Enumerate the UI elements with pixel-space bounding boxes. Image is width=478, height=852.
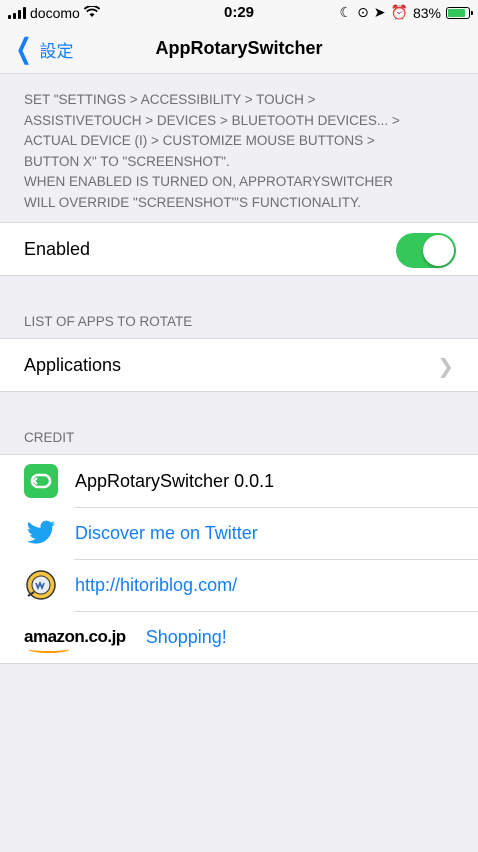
apps-group: Applications ❯ [0,338,478,392]
note-line: SET "SETTINGS > ACCESSIBILITY > TOUCH > [24,92,316,107]
status-right: ☾ ⊙ ➤ ⏰ 83% [339,4,473,21]
credit-group: AppRotarySwitcher 0.0.1 Discover me on T… [0,454,478,664]
battery-icon [446,6,473,19]
applications-label: Applications [24,354,122,375]
note-line: ACTUAL DEVICE (I) > CUSTOMIZE MOUSE BUTT… [24,133,375,148]
status-bar: docomo 0:29 ☾ ⊙ ➤ ⏰ 83% [0,0,478,26]
instructions-note: SET "SETTINGS > ACCESSIBILITY > TOUCH > … [24,90,464,213]
shopping-link: Shopping! [145,626,227,647]
enabled-toggle[interactable] [396,233,456,268]
note-line: WILL OVERRIDE "SCREENSHOT"'S FUNCTIONALI… [24,194,361,210]
amazon-row[interactable]: amazon.co.jp Shopping! [0,611,478,663]
page-title: AppRotarySwitcher [155,38,323,58]
note-line: WHEN ENABLED IS TURNED ON, APPROTARYSWIT… [24,174,394,189]
blog-row[interactable]: http://hitoriblog.com/ [0,559,478,611]
amazon-logo: amazon.co.jp [24,627,126,653]
amazon-logo-text: amazon.co.jp [24,627,126,646]
twitter-link: Discover me on Twitter [75,522,258,543]
applications-row[interactable]: Applications ❯ [0,339,478,391]
note-line: ASSISTIVETOUCH > DEVICES > BLUETOOTH DEV… [24,112,400,128]
app-icon [24,464,58,498]
blog-mascot-icon [24,568,58,602]
alarm-icon: ⏰ [390,4,408,20]
battery-percent: 83% [412,4,441,21]
enabled-label: Enabled [24,238,91,259]
credit-section-header: CREDIT [24,430,75,445]
rotation-lock-icon: ⊙ [357,4,369,20]
enabled-group: Enabled [0,222,478,276]
version-row: AppRotarySwitcher 0.0.1 [0,455,478,507]
chevron-right-icon: ❯ [437,356,454,378]
navigation-bar: ❮ 設定 AppRotarySwitcher [0,26,478,74]
moon-icon: ☾ [339,4,353,20]
amazon-smile-icon [28,645,70,653]
enabled-row: Enabled [0,223,478,275]
twitter-bird-icon [24,516,58,550]
blog-link: http://hitoriblog.com/ [75,574,238,595]
version-label: AppRotarySwitcher 0.0.1 [75,470,275,491]
twitter-row[interactable]: Discover me on Twitter [0,507,478,559]
apps-section-header: LIST OF APPS TO ROTATE [24,314,193,329]
note-line: BUTTON X" TO "SCREENSHOT". [24,153,230,169]
location-icon: ➤ [373,4,386,20]
